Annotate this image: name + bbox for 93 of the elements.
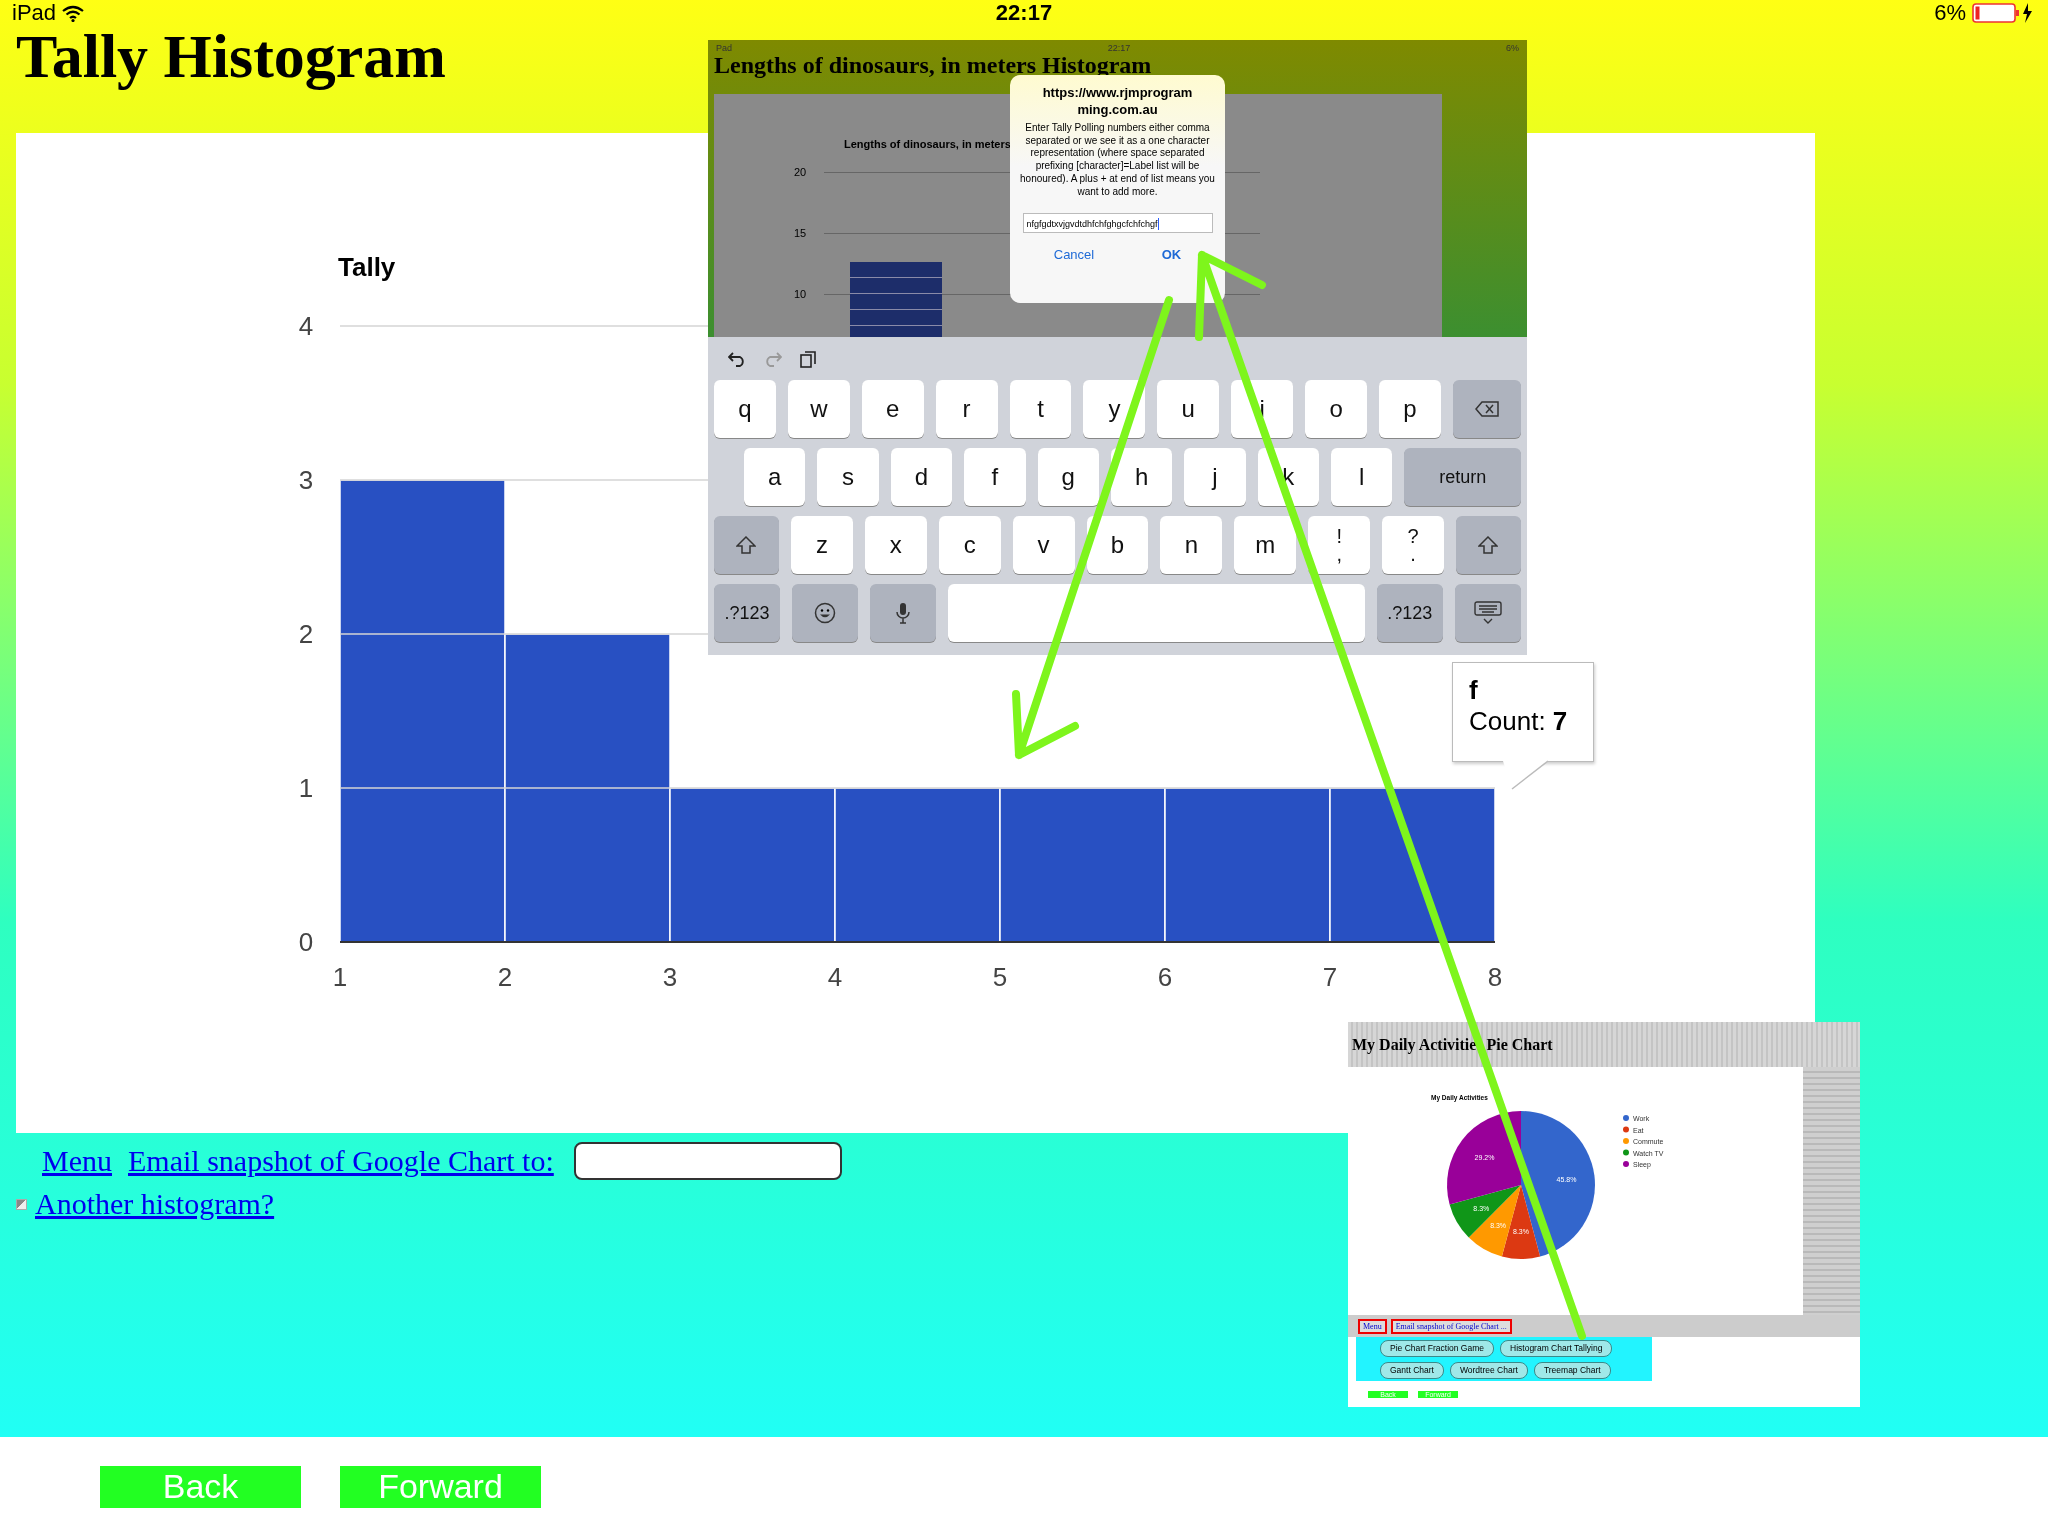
key[interactable]: e bbox=[861, 380, 924, 438]
key[interactable]: v bbox=[1012, 516, 1075, 574]
menu-link[interactable]: Menu bbox=[42, 1144, 112, 1178]
chart-title: Lengths of dinosaurs, in meters bbox=[844, 138, 1011, 150]
page-title: Lengths of dinosaurs, in meters Histogram bbox=[713, 52, 1153, 79]
keyboard-icon bbox=[1473, 601, 1502, 625]
axis-label: 3 bbox=[298, 465, 314, 495]
shift-key[interactable] bbox=[1456, 516, 1521, 574]
dialog-title: https://www.rjmprogramming.com.au bbox=[1042, 85, 1193, 119]
smiley-icon bbox=[814, 602, 837, 624]
page-title: My Daily Activitie bbox=[1351, 1035, 1477, 1054]
key[interactable]: b bbox=[1086, 516, 1149, 574]
dictation-key[interactable] bbox=[870, 584, 937, 642]
legend-dot bbox=[1623, 1138, 1629, 1144]
wifi-icon bbox=[62, 4, 85, 22]
toggle-icon bbox=[16, 1198, 27, 1210]
emoji-key[interactable] bbox=[792, 584, 859, 642]
key[interactable]: m bbox=[1234, 516, 1297, 574]
shift-icon bbox=[1478, 536, 1499, 554]
key[interactable]: a bbox=[744, 448, 806, 506]
cancel-button[interactable]: Cancel bbox=[1043, 244, 1105, 264]
dialog-message: Enter Tally Polling numbers either comma separated or we see it as a one character representation (where space separated prefixing [character]=Label list will be honoured). A plus + at end of list means you want to add more. bbox=[1020, 121, 1215, 199]
text-input-field[interactable]: nfgfgdtxvjgvdtdhfchfghgcfchfchgf bbox=[1022, 212, 1213, 233]
shift-icon bbox=[736, 536, 757, 554]
key[interactable]: z bbox=[791, 516, 853, 574]
battery-percent: 6% bbox=[1506, 43, 1519, 53]
key[interactable]: q bbox=[714, 380, 776, 438]
key[interactable]: l bbox=[1331, 448, 1393, 506]
clipboard-icon[interactable] bbox=[800, 350, 816, 368]
axis-label: 2 bbox=[497, 962, 513, 992]
menu-pill[interactable]: Treemap Chart bbox=[1533, 1362, 1611, 1379]
key[interactable]: f bbox=[964, 448, 1026, 506]
axis-label: 7 bbox=[1322, 962, 1338, 992]
microphone-icon bbox=[896, 602, 911, 624]
another-histogram-link[interactable]: Another histogram? bbox=[35, 1187, 275, 1221]
menu-pill[interactable]: Pie Chart Fraction Game bbox=[1380, 1340, 1494, 1357]
axis-label: 0 bbox=[298, 927, 314, 957]
key[interactable]: ! , bbox=[1308, 516, 1371, 574]
key[interactable]: w bbox=[787, 380, 850, 438]
axis-label: 4 bbox=[298, 311, 314, 341]
axis-label: 1 bbox=[298, 773, 314, 803]
axis-label: 2 bbox=[298, 619, 314, 649]
backspace-key[interactable] bbox=[1452, 380, 1521, 438]
legend-dot bbox=[1623, 1126, 1629, 1133]
clock: 22:17 bbox=[995, 0, 1053, 26]
hide-keyboard-key[interactable] bbox=[1454, 584, 1521, 642]
backspace-icon bbox=[1474, 401, 1499, 417]
email-snapshot-link[interactable]: Email snapshot of Google Chart ... bbox=[1390, 1318, 1512, 1334]
key[interactable]: h bbox=[1110, 448, 1173, 506]
page-title: Pie Chart bbox=[1485, 1035, 1553, 1054]
key[interactable]: c bbox=[938, 516, 1001, 574]
axis-label: 20 bbox=[794, 166, 807, 178]
axis-label: 1 bbox=[332, 962, 348, 992]
key[interactable]: n bbox=[1160, 516, 1223, 574]
key[interactable]: o bbox=[1305, 380, 1367, 438]
axis-label: 5 bbox=[992, 962, 1008, 992]
menu-pill[interactable]: Gantt Chart bbox=[1380, 1362, 1444, 1379]
key[interactable]: .?123 bbox=[1376, 584, 1443, 642]
menu-link[interactable]: Menu bbox=[1358, 1318, 1387, 1334]
axis-label: 6 bbox=[1157, 962, 1173, 992]
key[interactable]: u bbox=[1157, 380, 1220, 438]
key[interactable]: return bbox=[1404, 448, 1521, 506]
key[interactable]: ? . bbox=[1382, 516, 1444, 574]
tooltip-count: Count: 7 bbox=[1469, 706, 1569, 737]
key[interactable]: s bbox=[817, 448, 879, 506]
axis-label: 4 bbox=[827, 962, 843, 992]
ok-button[interactable]: OK bbox=[1151, 244, 1192, 264]
axis-label: 3 bbox=[662, 962, 678, 992]
axis-label: 8 bbox=[1487, 962, 1503, 992]
axis-label: 15 bbox=[794, 227, 807, 239]
undo-icon[interactable] bbox=[728, 351, 746, 367]
key[interactable]: d bbox=[890, 448, 953, 506]
email-input-field[interactable] bbox=[573, 1142, 842, 1180]
email-snapshot-link[interactable]: Email snapshot of Google Chart to: bbox=[128, 1144, 554, 1178]
shift-key[interactable] bbox=[714, 516, 779, 574]
key[interactable]: .?123 bbox=[714, 584, 781, 642]
tooltip-label: f bbox=[1469, 675, 1479, 706]
key[interactable]: x bbox=[864, 516, 927, 574]
battery-percent: 6% bbox=[1934, 0, 1966, 26]
key[interactable]: p bbox=[1379, 380, 1441, 438]
device-label: Pad bbox=[716, 43, 732, 53]
menu-pill[interactable]: Histogram Chart Tallying bbox=[1500, 1340, 1613, 1357]
clock: 22:17 bbox=[1107, 43, 1131, 53]
key[interactable]: t bbox=[1009, 380, 1072, 438]
legend-dot bbox=[1623, 1115, 1629, 1121]
key[interactable]: g bbox=[1037, 448, 1099, 506]
axis-label: 10 bbox=[794, 288, 807, 300]
key[interactable]: r bbox=[935, 380, 998, 438]
menu-pill[interactable]: Wordtree Chart bbox=[1449, 1362, 1528, 1379]
legend-dot bbox=[1623, 1161, 1629, 1167]
key[interactable]: j bbox=[1184, 448, 1246, 506]
legend-dot bbox=[1623, 1149, 1629, 1156]
chart-title: Tally bbox=[338, 252, 396, 282]
